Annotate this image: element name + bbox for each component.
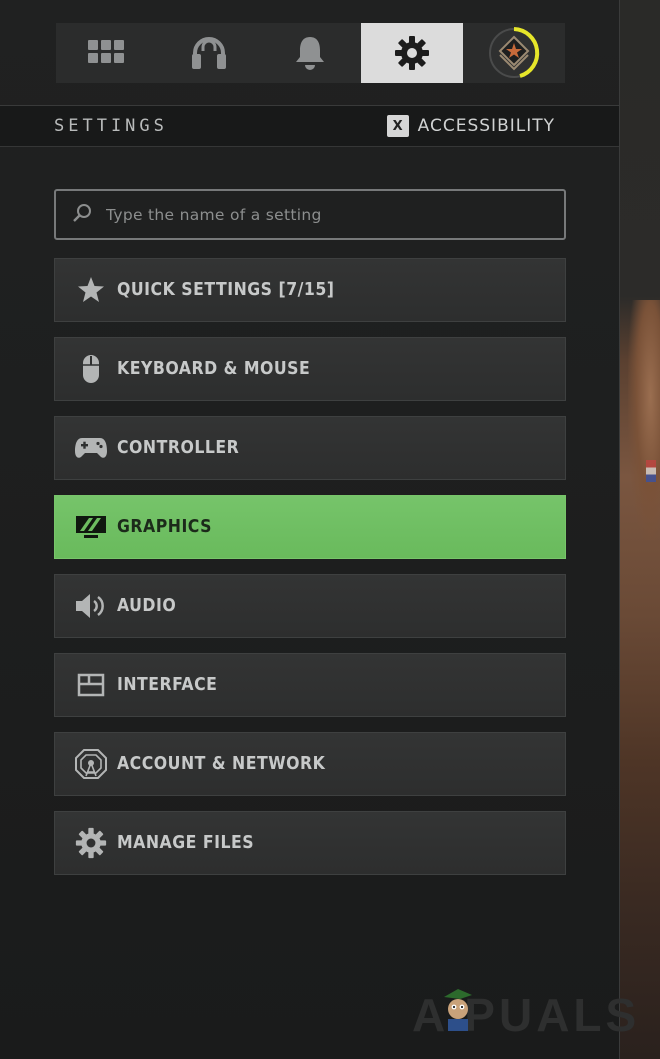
menu-item-graphics[interactable]: GRAPHICS bbox=[54, 495, 566, 559]
rank-badge-icon bbox=[486, 25, 542, 81]
search-icon bbox=[72, 203, 92, 227]
page-title: SETTINGS bbox=[54, 116, 168, 136]
menu-item-label: MANAGE FILES bbox=[117, 833, 255, 853]
accessibility-label: ACCESSIBILITY bbox=[417, 116, 555, 136]
nav-notifications-button[interactable] bbox=[260, 23, 362, 83]
nav-settings-button[interactable] bbox=[361, 23, 464, 83]
gear-icon bbox=[73, 825, 109, 861]
menu-item-label: CONTROLLER bbox=[117, 438, 240, 458]
bell-icon bbox=[293, 35, 327, 71]
mascot-icon bbox=[440, 985, 476, 1035]
menu-item-label: QUICK SETTINGS [7/15] bbox=[117, 280, 335, 300]
search-box[interactable] bbox=[54, 189, 566, 240]
x-key-icon: X bbox=[386, 115, 409, 137]
grid-icon bbox=[87, 40, 126, 66]
gamepad-icon bbox=[73, 430, 109, 466]
menu-item-label: GRAPHICS bbox=[117, 517, 213, 537]
accessibility-button[interactable]: X ACCESSIBILITY bbox=[386, 115, 555, 137]
menu-item-label: INTERFACE bbox=[117, 675, 218, 695]
menu-item-interface[interactable]: INTERFACE bbox=[54, 653, 566, 717]
monitor-icon bbox=[73, 509, 109, 545]
network-icon bbox=[73, 746, 109, 782]
top-nav bbox=[56, 23, 565, 83]
layout-icon bbox=[73, 667, 109, 703]
menu-item-manage-files[interactable]: MANAGE FILES bbox=[54, 811, 566, 875]
nav-profile-button[interactable] bbox=[463, 23, 565, 83]
settings-panel: SETTINGS X ACCESSIBILITY QUICK SETTINGS … bbox=[0, 0, 620, 1059]
nav-social-button[interactable] bbox=[158, 23, 260, 83]
menu-item-keyboard-mouse[interactable]: KEYBOARD & MOUSE bbox=[54, 337, 566, 401]
speaker-icon bbox=[73, 588, 109, 624]
search-input[interactable] bbox=[104, 204, 548, 225]
background-art bbox=[620, 0, 660, 1059]
menu-item-quick-settings[interactable]: QUICK SETTINGS [7/15] bbox=[54, 258, 566, 322]
gear-icon bbox=[394, 35, 430, 71]
menu-item-label: ACCOUNT & NETWORK bbox=[117, 754, 326, 774]
nav-grid-button[interactable] bbox=[56, 23, 158, 83]
menu-item-controller[interactable]: CONTROLLER bbox=[54, 416, 566, 480]
mouse-icon bbox=[73, 351, 109, 387]
menu-item-account-network[interactable]: ACCOUNT & NETWORK bbox=[54, 732, 566, 796]
headset-icon bbox=[190, 35, 228, 71]
menu-item-label: AUDIO bbox=[117, 596, 177, 616]
menu-item-label: KEYBOARD & MOUSE bbox=[117, 359, 311, 379]
settings-header: SETTINGS X ACCESSIBILITY bbox=[0, 106, 619, 147]
star-icon bbox=[73, 272, 109, 308]
menu-item-audio[interactable]: AUDIO bbox=[54, 574, 566, 638]
